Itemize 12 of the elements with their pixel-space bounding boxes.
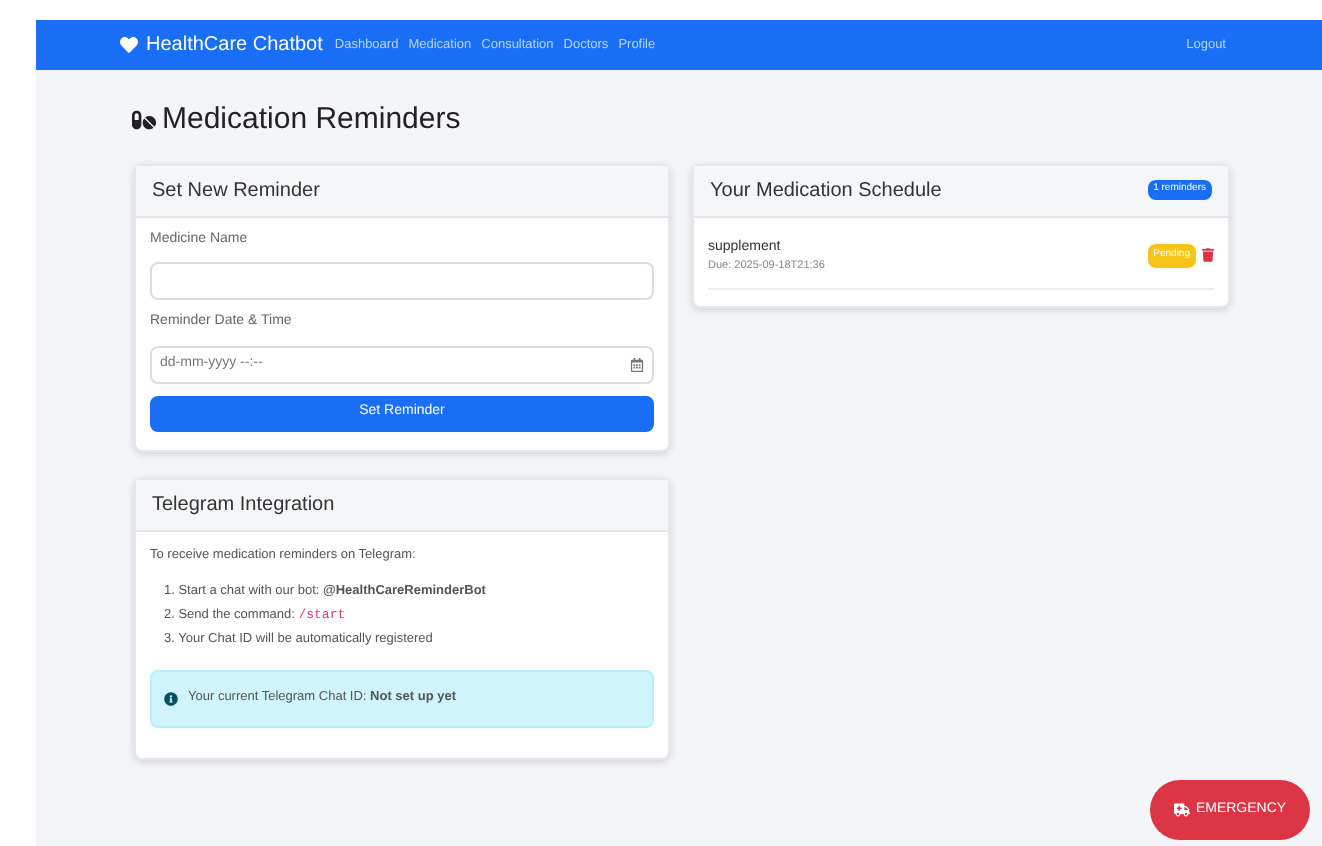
ambulance-icon xyxy=(1173,802,1190,818)
card-title: Your Medication Schedule xyxy=(710,177,942,205)
medicine-name-field[interactable] xyxy=(150,262,654,300)
info-icon xyxy=(164,691,178,705)
card-title: Telegram Integration xyxy=(152,491,335,519)
trash-icon[interactable] xyxy=(1202,248,1214,263)
calendar-icon[interactable] xyxy=(630,357,644,371)
brand-link[interactable]: HealthCare Chatbot xyxy=(146,30,323,60)
page-title: Medication Reminders xyxy=(162,100,461,140)
pills-icon xyxy=(132,108,156,133)
heart-icon xyxy=(120,36,138,54)
card-title: Set New Reminder xyxy=(152,177,320,205)
